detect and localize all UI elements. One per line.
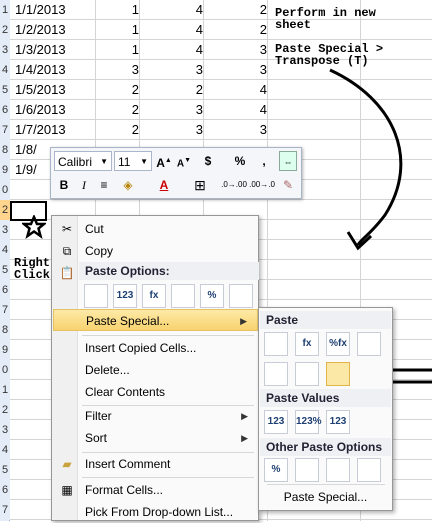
submenu-other-paste-header: Other Paste Options — [260, 438, 391, 456]
font-color-button[interactable]: A — [155, 175, 173, 195]
format-cells-icon: ▦ — [61, 483, 73, 497]
font-size-value: 11 — [118, 155, 131, 169]
comment-icon: ▰ — [62, 457, 72, 471]
paste-clipboard-gutter: 📋 — [53, 262, 79, 284]
font-name-box[interactable]: Calibri ▼ — [54, 151, 112, 171]
align-center-icon: ≡ — [100, 178, 108, 192]
paste-option-button[interactable]: 123% — [295, 410, 322, 434]
clipboard-icon: 📋 — [59, 266, 75, 280]
bold-button[interactable]: B — [55, 175, 73, 195]
menu-label: Copy — [85, 244, 114, 258]
paste-option-button[interactable]: % — [264, 458, 288, 482]
italic-button[interactable]: I — [75, 175, 93, 195]
paste-option-button[interactable] — [264, 332, 288, 356]
paste-option-button[interactable] — [229, 284, 253, 308]
menu-label: Clear Contents — [85, 385, 166, 399]
chevron-right-icon: ▶ — [241, 411, 248, 421]
submenu-paste-special-link[interactable]: Paste Special... — [260, 486, 391, 508]
currency-icon: $ — [204, 154, 212, 168]
comma-icon: , — [262, 154, 266, 168]
menu-item-insert-comment[interactable]: ▰ Insert Comment — [53, 453, 258, 475]
paste-options-header: Paste Options: — [79, 262, 259, 280]
paste-option-button[interactable] — [84, 284, 108, 308]
font-name-value: Calibri — [58, 155, 93, 169]
chevron-down-icon: ▼ — [100, 157, 108, 166]
merge-center-button[interactable]: ⇔ — [279, 151, 297, 171]
paste-option-button[interactable] — [264, 362, 288, 386]
menu-item-format-cells[interactable]: ▦ Format Cells... — [53, 479, 258, 501]
bold-icon: B — [59, 178, 69, 192]
grow-font-button[interactable]: A▲ — [155, 151, 173, 171]
merge-icon: ⇔ — [283, 157, 293, 167]
paste-option-button[interactable]: 123 — [264, 410, 288, 434]
menu-label: Insert Comment — [85, 457, 171, 471]
fill-color-button[interactable]: ◈ — [119, 175, 137, 195]
align-center-button[interactable]: ≡ — [95, 175, 113, 195]
paste-option-button[interactable] — [295, 458, 319, 482]
menu-item-cut[interactable]: ✂ Cut — [53, 218, 258, 240]
italic-icon: I — [82, 178, 86, 192]
menu-label: Sort — [85, 431, 108, 445]
paste-option-button[interactable]: % — [200, 284, 224, 308]
comma-button[interactable]: , — [255, 151, 273, 171]
paste-option-button[interactable]: 123 — [326, 410, 350, 434]
menu-label: Filter — [85, 409, 112, 423]
percent-button[interactable]: % — [231, 151, 249, 171]
menu-item-delete[interactable]: Delete... — [53, 359, 258, 381]
shrink-font-button[interactable]: A▼ — [175, 151, 193, 171]
font-color-icon: A — [159, 178, 169, 192]
paste-option-button[interactable] — [295, 362, 319, 386]
menu-separator — [82, 477, 254, 478]
chevron-down-icon: ▼ — [140, 157, 148, 166]
menu-separator — [82, 335, 254, 336]
menu-label: Pick From Drop-down List... — [85, 505, 234, 519]
decrease-decimal-button[interactable]: .00→.0 — [249, 175, 275, 195]
star-icon — [22, 215, 46, 239]
borders-icon: ⊞ — [194, 177, 206, 193]
paste-option-button[interactable] — [357, 458, 381, 482]
paint-bucket-icon: ◈ — [123, 178, 133, 192]
menu-item-pick-from-dropdown[interactable]: Pick From Drop-down List... — [53, 501, 258, 523]
paste-option-button[interactable]: %fx — [326, 332, 350, 356]
mini-toolbar: Calibri ▼ 11 ▼ A▲ A▼ $ % , ⇔ B I ≡ ◈ A ⊞… — [50, 147, 302, 199]
chevron-right-icon: ▶ — [241, 433, 248, 443]
font-size-box[interactable]: 11 ▼ — [114, 151, 152, 171]
borders-button[interactable]: ⊞ — [191, 175, 209, 195]
menu-separator — [267, 484, 385, 485]
paste-option-button[interactable] — [171, 284, 195, 308]
increase-decimal-icon: .0→.00 — [221, 180, 247, 189]
grow-font-icon: A — [156, 156, 165, 170]
currency-button[interactable]: $ — [199, 151, 217, 171]
paste-option-button[interactable]: 123 — [113, 284, 137, 308]
submenu-paste-values-header: Paste Values — [260, 389, 391, 407]
menu-item-sort[interactable]: Sort ▶ — [53, 427, 258, 449]
format-painter-icon: ✎ — [282, 178, 294, 192]
context-menu: ✂ Cut ⧉ Copy Paste Options: 📋 123 fx% Paste… — [51, 215, 259, 521]
menu-label: Paste Special... — [86, 314, 170, 328]
menu-item-clear-contents[interactable]: Clear Contents — [53, 381, 258, 403]
copy-icon: ⧉ — [62, 244, 72, 258]
menu-label: Format Cells... — [85, 483, 164, 497]
paste-option-button[interactable] — [326, 458, 350, 482]
decrease-decimal-icon: .00→.0 — [249, 180, 275, 189]
menu-item-paste-special[interactable]: Paste Special... ▶ — [53, 309, 258, 331]
menu-label: Cut — [85, 222, 104, 236]
paste-option-button[interactable]: fx — [295, 332, 319, 356]
chevron-right-icon: ▶ — [240, 316, 247, 326]
transpose-button[interactable] — [326, 362, 350, 386]
paste-option-button[interactable] — [357, 332, 381, 356]
menu-item-copy[interactable]: ⧉ Copy — [53, 240, 258, 262]
menu-label: Insert Copied Cells... — [85, 341, 197, 355]
paste-option-button[interactable]: fx — [142, 284, 166, 308]
submenu-paste-header: Paste — [260, 311, 391, 329]
menu-label: Delete... — [85, 363, 130, 377]
increase-decimal-button[interactable]: .0→.00 — [221, 175, 247, 195]
scissors-icon: ✂ — [61, 222, 73, 236]
percent-icon: % — [234, 154, 246, 168]
menu-item-filter[interactable]: Filter ▶ — [53, 405, 258, 427]
menu-item-insert-copied-cells[interactable]: Insert Copied Cells... — [53, 337, 258, 359]
paste-special-submenu: Paste fx %fx Paste Values 123 123% 123 Othe… — [258, 307, 393, 511]
format-painter-button[interactable]: ✎ — [279, 175, 297, 195]
